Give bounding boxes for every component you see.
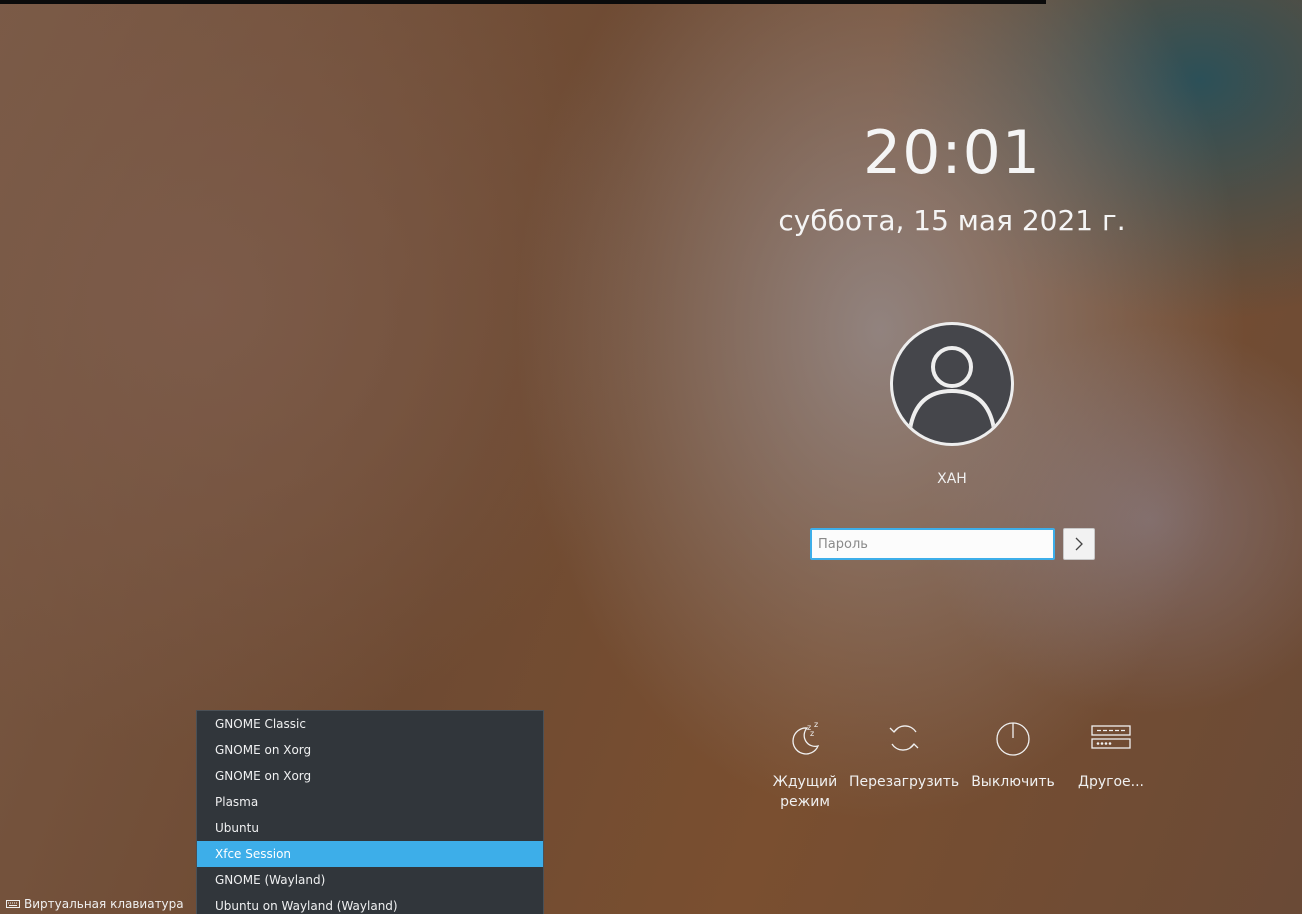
switch-user-icon — [1091, 725, 1131, 749]
session-item-selected[interactable]: Xfce Session — [197, 841, 543, 867]
login-button[interactable] — [1063, 528, 1095, 560]
other-label: Другое... — [1078, 774, 1144, 790]
keyboard-icon — [6, 900, 20, 908]
restart-label: Перезагрузить — [849, 774, 960, 790]
virtual-keyboard-button[interactable]: Виртуальная клавиатура — [6, 894, 184, 914]
suspend-label: Ждущий режим — [772, 774, 838, 810]
restart-icon — [889, 725, 919, 751]
power-actions: z z z Ждущий режим Перезагрузить Выключи… — [750, 716, 1160, 826]
chevron-right-icon — [1075, 537, 1083, 551]
svg-text:z: z — [814, 720, 818, 729]
session-item[interactable]: GNOME on Xorg — [197, 737, 543, 763]
session-item[interactable]: Plasma — [197, 789, 543, 815]
session-item[interactable]: GNOME Classic — [197, 711, 543, 737]
suspend-button[interactable]: z z z Ждущий режим — [750, 716, 860, 812]
session-item[interactable]: Ubuntu on Wayland (Wayland) — [197, 893, 543, 914]
sleep-icon: z z z — [792, 720, 820, 755]
session-menu: GNOME Classic GNOME on Xorg GNOME on Xor… — [196, 710, 544, 914]
session-item[interactable]: GNOME on Xorg — [197, 763, 543, 789]
restart-button[interactable]: Перезагрузить — [849, 716, 959, 792]
power-icon — [996, 722, 1030, 756]
shutdown-label: Выключить — [971, 774, 1055, 790]
password-input[interactable] — [810, 528, 1055, 560]
user-avatar[interactable] — [890, 322, 1014, 446]
svg-text:z: z — [810, 729, 814, 738]
virtual-keyboard-label: Виртуальная клавиатура — [24, 897, 184, 911]
shutdown-button[interactable]: Выключить — [958, 716, 1068, 792]
other-button[interactable]: Другое... — [1056, 716, 1166, 792]
session-item[interactable]: Ubuntu — [197, 815, 543, 841]
clock-date: суббота, 15 мая 2021 г. — [778, 204, 1126, 237]
clock-time: 20:01 — [863, 118, 1041, 188]
username-label: XAH — [937, 471, 967, 487]
user-icon — [908, 346, 996, 430]
session-item[interactable]: GNOME (Wayland) — [197, 867, 543, 893]
top-bar — [0, 0, 1046, 4]
